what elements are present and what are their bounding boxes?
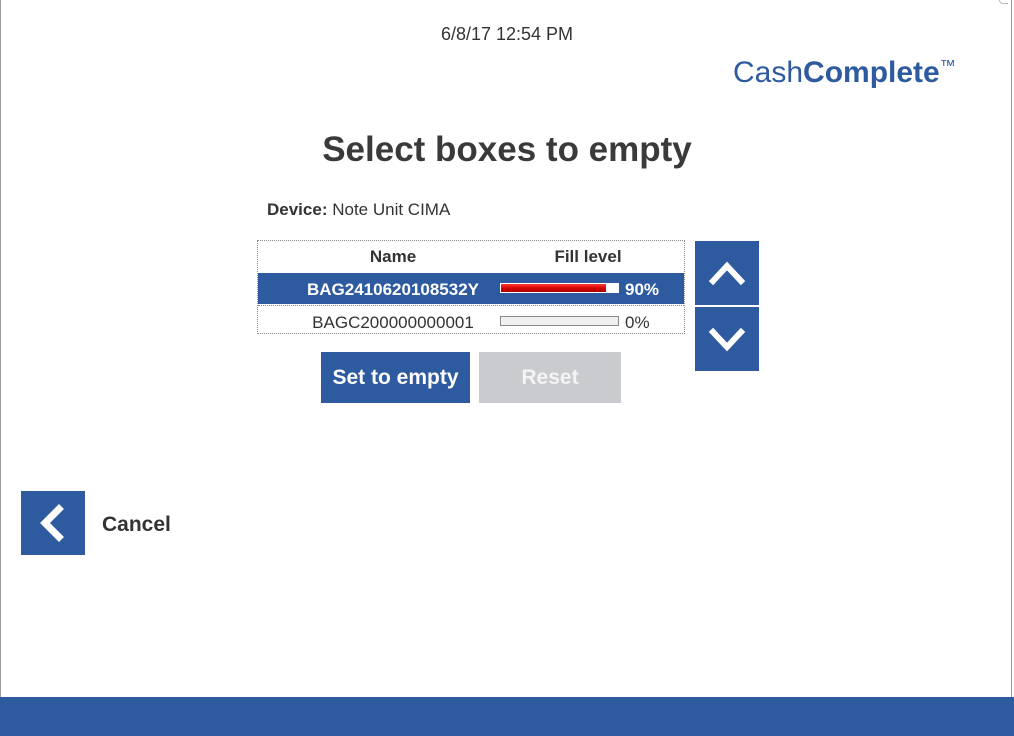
boxes-table: Name Fill level BAG2410620108532Y 90% BA…	[257, 240, 685, 334]
device-label: Device:	[267, 200, 328, 219]
column-header-fill-level: Fill level	[554, 247, 622, 266]
table-row[interactable]: BAG2410620108532Y 90%	[258, 273, 684, 304]
fill-level-bar	[500, 316, 619, 326]
chevron-left-icon	[40, 504, 64, 542]
logo-light-text: Cash	[733, 56, 804, 89]
fill-level-percent: 90%	[625, 280, 660, 299]
fill-level-bar	[500, 283, 619, 293]
chevron-up-icon	[708, 261, 746, 286]
device-info: Device: Note Unit CIMA	[267, 200, 450, 220]
cancel-link[interactable]: Cancel	[102, 513, 171, 537]
page-title: Select boxes to empty	[322, 130, 692, 169]
box-name: BAGC200000000001	[312, 313, 474, 332]
chevron-down-icon	[708, 327, 746, 352]
footer-bar	[0, 697, 1014, 736]
device-value: Note Unit CIMA	[332, 200, 451, 219]
table-row[interactable]: BAGC200000000001 0%	[258, 305, 684, 336]
box-name: BAG2410620108532Y	[306, 280, 480, 299]
scroll-down-button[interactable]	[695, 307, 759, 371]
table-header: Name Fill level	[258, 241, 684, 272]
logo-trademark: ™	[939, 58, 956, 75]
cashcomplete-logo: CashComplete™	[733, 56, 956, 90]
fill-level-percent: 0%	[625, 313, 650, 332]
back-button[interactable]	[21, 491, 85, 555]
scroll-up-button[interactable]	[695, 241, 759, 305]
datetime: 6/8/17 12:54 PM	[440, 24, 574, 44]
fill-level-bar-fill	[501, 284, 607, 292]
reset-button[interactable]: Reset	[479, 352, 621, 403]
window-corner	[999, 0, 1008, 4]
column-header-name: Name	[369, 247, 417, 266]
logo-bold-text: Complete	[803, 56, 940, 89]
set-to-empty-button[interactable]: Set to empty	[321, 352, 470, 403]
